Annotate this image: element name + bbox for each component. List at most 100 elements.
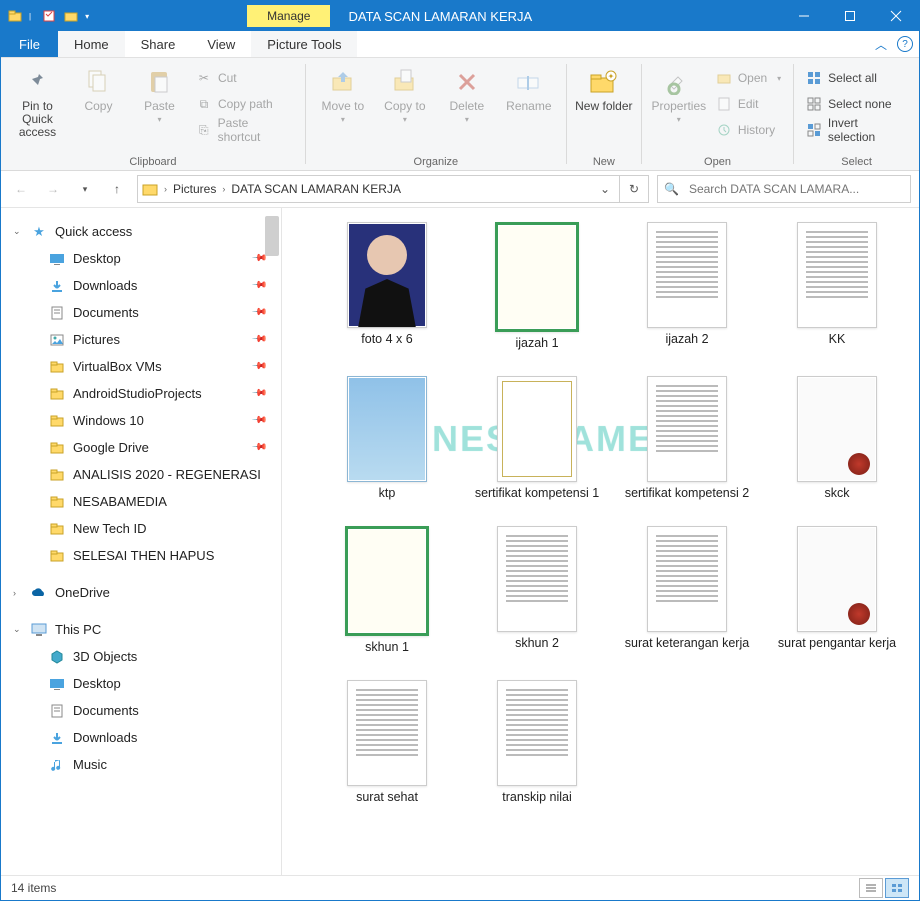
sidebar-item[interactable]: SELESAI THEN HAPUS	[1, 542, 281, 569]
file-name: surat pengantar kerja	[774, 632, 900, 666]
sidebar-item[interactable]: NESABAMEDIA	[1, 488, 281, 515]
sidebar-item-label: AndroidStudioProjects	[73, 386, 202, 401]
up-button[interactable]: ↑	[105, 177, 129, 201]
file-item[interactable]: sertifikat kompetensi 2	[612, 376, 762, 516]
file-thumbnail	[497, 376, 577, 482]
file-item[interactable]: KK	[762, 222, 912, 366]
sidebar-item-label: VirtualBox VMs	[73, 359, 162, 374]
qat-dropdown[interactable]: ▾	[85, 12, 93, 21]
file-item[interactable]: ijazah 2	[612, 222, 762, 366]
file-item[interactable]: ktp	[312, 376, 462, 516]
file-list-pane[interactable]: NESABAMEDIA foto 4 x 6ijazah 1ijazah 2KK…	[282, 208, 919, 875]
minimize-button[interactable]	[781, 1, 827, 31]
file-item[interactable]: sertifikat kompetensi 1	[462, 376, 612, 516]
folder-icon	[7, 8, 23, 24]
chevron-right-icon[interactable]: ›	[162, 184, 169, 194]
cut-button[interactable]: ✂Cut	[190, 66, 299, 90]
file-item[interactable]: surat pengantar kerja	[762, 526, 912, 670]
properties-qat-icon[interactable]	[41, 8, 57, 24]
paste-shortcut-button[interactable]: ⎘Paste shortcut	[190, 118, 299, 142]
sidebar-item[interactable]: Downloads📌	[1, 272, 281, 299]
delete-button[interactable]: Delete▾	[436, 62, 498, 154]
paste-shortcut-label: Paste shortcut	[218, 116, 293, 144]
breadcrumb-current[interactable]: DATA SCAN LAMARAN KERJA	[231, 182, 401, 196]
pin-icon: 📌	[250, 358, 267, 375]
folder-icon	[49, 548, 65, 564]
thumbnails-view-button[interactable]	[885, 878, 909, 898]
sidebar-item-label: ANALISIS 2020 - REGENERASI	[73, 467, 261, 482]
chevron-right-icon[interactable]: ›	[220, 184, 227, 194]
contextual-tab-label[interactable]: Manage	[247, 5, 330, 27]
search-box[interactable]: 🔍	[657, 175, 911, 203]
sidebar-item[interactable]: Documents📌	[1, 299, 281, 326]
move-to-button[interactable]: Move to▾	[312, 62, 374, 154]
this-pc-icon	[31, 622, 47, 638]
copy-button[interactable]: Copy	[68, 62, 129, 154]
onedrive-root[interactable]: ›OneDrive	[1, 579, 281, 606]
edit-button[interactable]: Edit	[710, 92, 787, 116]
sidebar-item[interactable]: 3D Objects	[1, 643, 281, 670]
sidebar-item[interactable]: Pictures📌	[1, 326, 281, 353]
file-item[interactable]: surat keterangan kerja	[612, 526, 762, 670]
sidebar-item[interactable]: Documents	[1, 697, 281, 724]
new-folder-button[interactable]: ✦ New folder	[573, 62, 635, 154]
address-dropdown-icon[interactable]: ⌄	[595, 182, 615, 196]
file-item[interactable]: skck	[762, 376, 912, 516]
file-item[interactable]: transkip nilai	[462, 680, 612, 820]
quick-access-root[interactable]: ⌄★Quick access	[1, 218, 281, 245]
paste-button[interactable]: Paste ▾	[129, 62, 190, 154]
forward-button[interactable]: →	[41, 177, 65, 201]
help-icon[interactable]: ?	[897, 36, 913, 52]
sidebar-item[interactable]: Windows 10📌	[1, 407, 281, 434]
file-item[interactable]: surat sehat	[312, 680, 462, 820]
breadcrumb-pictures[interactable]: Pictures	[173, 182, 216, 196]
maximize-button[interactable]	[827, 1, 873, 31]
recent-locations-button[interactable]: ▾	[73, 177, 97, 201]
select-all-button[interactable]: Select all	[800, 66, 913, 90]
picture-tools-tab[interactable]: Picture Tools	[251, 31, 357, 57]
file-item[interactable]: ijazah 1	[462, 222, 612, 366]
back-button[interactable]: ←	[9, 177, 33, 201]
file-item[interactable]: foto 4 x 6	[312, 222, 462, 366]
file-item[interactable]: skhun 2	[462, 526, 612, 670]
scrollbar-thumb[interactable]	[265, 216, 279, 256]
sidebar-item[interactable]: AndroidStudioProjects 📌	[1, 380, 281, 407]
view-tab[interactable]: View	[191, 31, 251, 57]
sidebar-item[interactable]: New Tech ID	[1, 515, 281, 542]
this-pc-root[interactable]: ⌄This PC	[1, 616, 281, 643]
refresh-button[interactable]: ↻	[620, 175, 649, 203]
ribbon-collapse-icon[interactable]: ︿	[875, 36, 887, 53]
details-view-button[interactable]	[859, 878, 883, 898]
sidebar-item[interactable]: Desktop	[1, 670, 281, 697]
file-item[interactable]: skhun 1	[312, 526, 462, 670]
search-input[interactable]	[687, 181, 904, 197]
open-button[interactable]: Open▾	[710, 66, 787, 90]
sidebar-item[interactable]: Google Drive📌	[1, 434, 281, 461]
file-tab[interactable]: File	[1, 31, 58, 57]
share-tab[interactable]: Share	[125, 31, 192, 57]
copy-path-button[interactable]: ⧉Copy path	[190, 92, 299, 116]
sidebar-item[interactable]: Desktop📌	[1, 245, 281, 272]
navigation-pane[interactable]: ⌄★Quick access Desktop📌Downloads📌Documen…	[1, 208, 282, 875]
properties-icon	[663, 66, 695, 98]
pin-to-quick-access-button[interactable]: Pin to Quick access	[7, 62, 68, 154]
history-button[interactable]: History	[710, 118, 787, 142]
pin-icon: 📌	[250, 385, 267, 402]
new-group: ✦ New folder New	[567, 58, 641, 170]
sidebar-item[interactable]: VirtualBox VMs 📌	[1, 353, 281, 380]
properties-button[interactable]: Properties▾	[648, 62, 710, 154]
select-all-label: Select all	[828, 71, 877, 85]
address-bar[interactable]: › Pictures › DATA SCAN LAMARAN KERJA ⌄	[137, 175, 620, 203]
newfolder-qat-icon[interactable]	[63, 8, 79, 24]
sidebar-item[interactable]: Music	[1, 751, 281, 778]
history-icon	[716, 122, 732, 138]
rename-button[interactable]: Rename	[498, 62, 560, 154]
folder-icon	[49, 305, 65, 321]
close-button[interactable]	[873, 1, 919, 31]
sidebar-item[interactable]: ANALISIS 2020 - REGENERASI	[1, 461, 281, 488]
select-none-button[interactable]: Select none	[800, 92, 913, 116]
invert-selection-button[interactable]: Invert selection	[800, 118, 913, 142]
sidebar-item[interactable]: Downloads	[1, 724, 281, 751]
home-tab[interactable]: Home	[58, 31, 125, 57]
copy-to-button[interactable]: Copy to▾	[374, 62, 436, 154]
